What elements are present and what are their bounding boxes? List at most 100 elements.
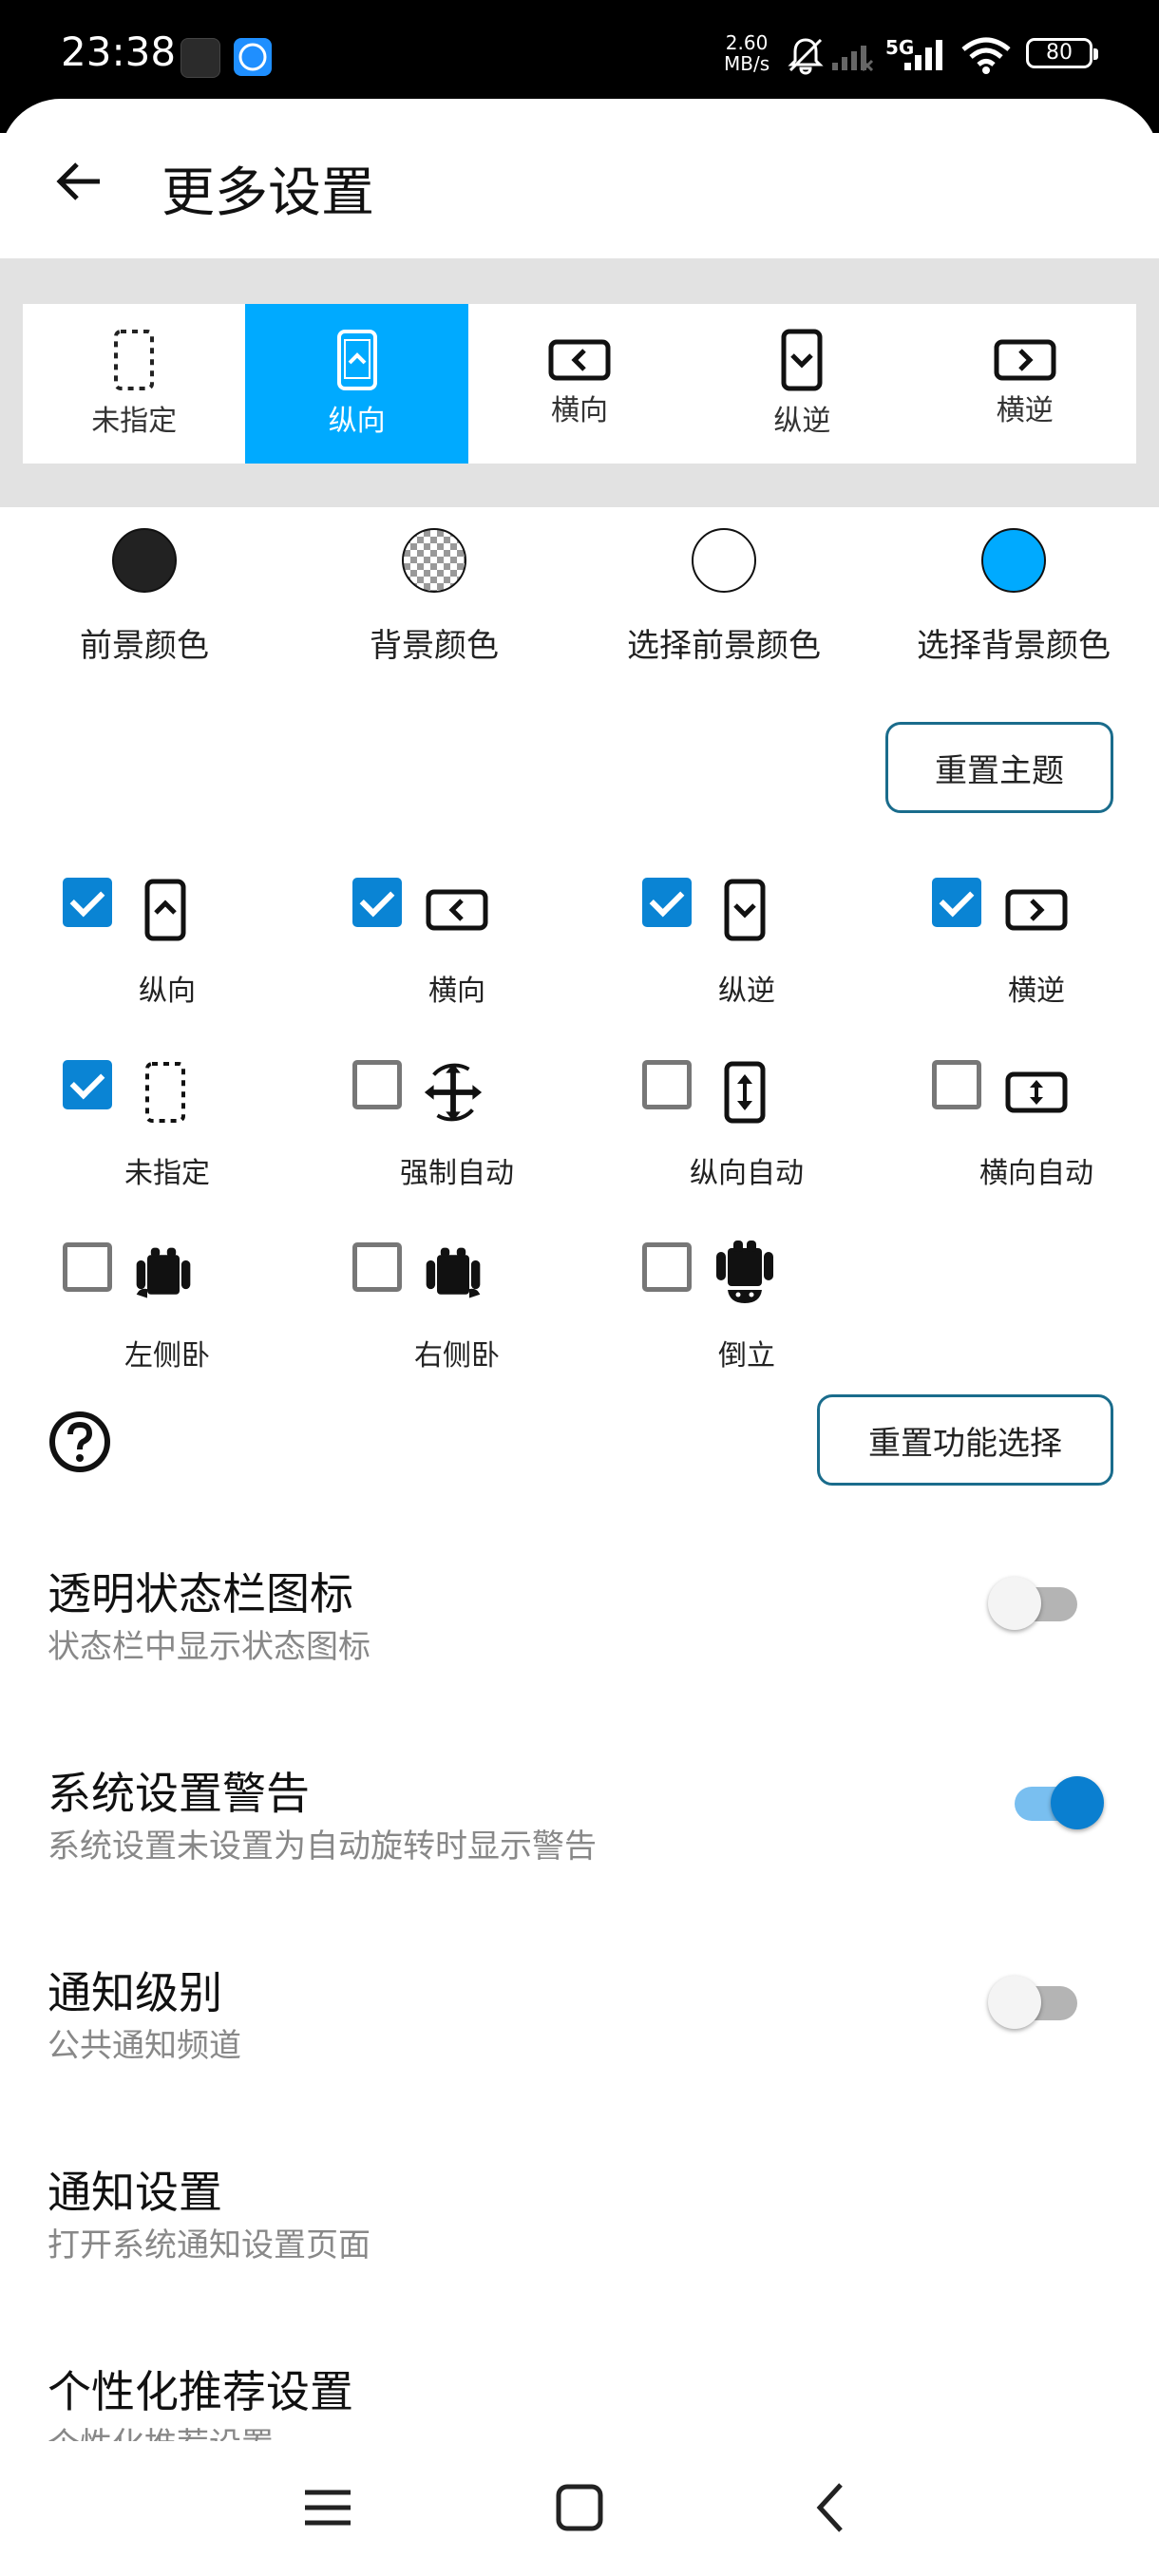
setting-title: 系统设置警告 bbox=[48, 1768, 310, 1819]
setting-personalized-content: 个性化推荐设置 个性化推荐设置 bbox=[0, 2358, 1159, 2441]
home-square-icon bbox=[556, 2484, 603, 2531]
feature-label: 纵向 bbox=[139, 975, 196, 1008]
swatch-label: 前景颜色 bbox=[80, 627, 209, 665]
feature-label: 左侧卧 bbox=[124, 1339, 210, 1373]
feature-label: 强制自动 bbox=[400, 1157, 514, 1190]
portrait-phone-icon bbox=[336, 330, 377, 390]
color-circle bbox=[112, 528, 177, 593]
arrow-left-icon bbox=[56, 162, 100, 200]
signal-icon bbox=[901, 34, 946, 80]
orientation-label: 横逆 bbox=[996, 394, 1054, 427]
menu-nav-button[interactable] bbox=[285, 2470, 370, 2546]
reverse-landscape-phone-icon bbox=[994, 339, 1056, 381]
color-circle bbox=[981, 528, 1046, 593]
reset-theme-button[interactable]: 重置主题 bbox=[885, 722, 1113, 813]
color-swatches: 前景颜色 背景颜色 选择前景颜色 选择背景颜色 bbox=[0, 528, 1159, 680]
feature-reverse-landscape[interactable]: 横逆 bbox=[869, 878, 1158, 1030]
orientation-option-portrait[interactable]: 纵向 bbox=[245, 304, 468, 464]
setting-subtitle: 公共通知频道 bbox=[48, 2027, 241, 2065]
android-upside-down-icon bbox=[712, 1241, 777, 1307]
feature-reverse-portrait[interactable]: 纵逆 bbox=[580, 878, 868, 1030]
back-nav-button[interactable] bbox=[788, 2470, 874, 2546]
orientation-preview-band: 未指定 纵向 横向 纵逆 横逆 bbox=[0, 258, 1159, 507]
setting-title: 个性化推荐设置 bbox=[48, 2366, 353, 2417]
feature-label: 右侧卧 bbox=[414, 1339, 500, 1373]
swatch-label: 选择前景颜色 bbox=[627, 627, 821, 665]
feature-checkbox[interactable] bbox=[352, 1060, 402, 1109]
feature-checkbox[interactable] bbox=[63, 878, 112, 927]
orientation-option-reverse-portrait[interactable]: 纵逆 bbox=[691, 304, 913, 464]
android-app-icon bbox=[180, 38, 220, 78]
help-icon[interactable] bbox=[48, 1410, 112, 1474]
orientation-option-unspecified[interactable]: 未指定 bbox=[23, 304, 245, 464]
feature-checkbox[interactable] bbox=[642, 1242, 692, 1292]
menu-icon bbox=[305, 2490, 351, 2526]
wifi-icon bbox=[960, 34, 1013, 80]
compass-app-icon bbox=[234, 38, 272, 76]
feature-checkbox[interactable] bbox=[642, 1060, 692, 1109]
speed-unit: MB/s bbox=[724, 52, 770, 75]
toggle-thumb bbox=[1051, 1776, 1104, 1829]
setting-subtitle: 状态栏中显示状态图标 bbox=[48, 1628, 370, 1666]
battery-icon: 80 bbox=[1026, 38, 1098, 68]
feature-unspecified[interactable]: 未指定 bbox=[0, 1060, 289, 1212]
reverse-portrait-phone-icon bbox=[781, 329, 823, 391]
feature-checkbox[interactable] bbox=[63, 1060, 112, 1109]
reverse-landscape-phone-icon bbox=[1004, 878, 1069, 942]
setting-personalized-recommendation[interactable]: 个性化推荐设置 个性化推荐设置 bbox=[0, 2346, 1159, 2441]
feature-checkbox[interactable] bbox=[63, 1242, 112, 1292]
feature-landscape-auto[interactable]: 横向自动 bbox=[869, 1060, 1158, 1212]
reverse-portrait-phone-icon bbox=[712, 878, 777, 942]
selected-background-color-swatch[interactable]: 选择背景颜色 bbox=[869, 528, 1158, 666]
portrait-phone-icon bbox=[133, 878, 198, 942]
notification-level-toggle[interactable] bbox=[988, 1972, 1087, 2029]
dotted-phone-icon bbox=[114, 330, 155, 390]
feature-force-auto[interactable]: 强制自动 bbox=[290, 1060, 579, 1212]
feature-landscape[interactable]: 横向 bbox=[290, 878, 579, 1030]
background-color-swatch[interactable]: 背景颜色 bbox=[290, 528, 579, 666]
feature-checkbox[interactable] bbox=[642, 878, 692, 927]
feature-checkbox[interactable] bbox=[932, 878, 981, 927]
transparent-checker-circle bbox=[402, 528, 466, 593]
selected-foreground-color-swatch[interactable]: 选择前景颜色 bbox=[580, 528, 868, 666]
swatch-label: 背景颜色 bbox=[370, 627, 499, 665]
setting-title: 通知级别 bbox=[48, 1967, 222, 2018]
android-right-icon bbox=[421, 1242, 485, 1307]
feature-checkbox[interactable] bbox=[352, 1242, 402, 1292]
feature-label: 纵向自动 bbox=[690, 1157, 804, 1190]
android-left-icon bbox=[131, 1242, 196, 1307]
setting-notification-level[interactable]: 通知级别 公共通知频道 bbox=[0, 1959, 1159, 2111]
feature-checkbox[interactable] bbox=[352, 878, 402, 927]
setting-notification-settings[interactable]: 通知设置 打开系统通知设置页面 bbox=[0, 2158, 1159, 2310]
feature-lie-left[interactable]: 左侧卧 bbox=[0, 1242, 289, 1394]
setting-subtitle: 个性化推荐设置 bbox=[48, 2418, 274, 2441]
reset-features-button[interactable]: 重置功能选择 bbox=[817, 1394, 1113, 1486]
home-nav-button[interactable] bbox=[537, 2470, 622, 2546]
feature-label: 横向 bbox=[428, 975, 485, 1008]
feature-checkbox[interactable] bbox=[932, 1060, 981, 1109]
color-circle bbox=[692, 528, 756, 593]
setting-subtitle: 系统设置未设置为自动旋转时显示警告 bbox=[48, 1828, 597, 1866]
network-speed: 2.60 MB/s bbox=[724, 32, 770, 74]
setting-transparent-statusbar-icons[interactable]: 透明状态栏图标 状态栏中显示状态图标 bbox=[0, 1560, 1159, 1712]
feature-label: 横向自动 bbox=[979, 1157, 1093, 1190]
orientation-option-landscape[interactable]: 横向 bbox=[468, 304, 691, 464]
orientation-label: 纵逆 bbox=[773, 405, 831, 438]
system-warning-toggle[interactable] bbox=[1005, 1772, 1104, 1829]
foreground-color-swatch[interactable]: 前景颜色 bbox=[0, 528, 289, 666]
feature-label: 倒立 bbox=[718, 1339, 775, 1373]
signal-off-icon bbox=[830, 34, 874, 80]
orientation-option-reverse-landscape[interactable]: 横逆 bbox=[914, 304, 1136, 464]
feature-portrait-auto[interactable]: 纵向自动 bbox=[580, 1060, 868, 1212]
swatch-label: 选择背景颜色 bbox=[917, 627, 1111, 665]
back-button[interactable] bbox=[46, 148, 112, 215]
setting-subtitle: 打开系统通知设置页面 bbox=[48, 2226, 370, 2264]
feature-portrait[interactable]: 纵向 bbox=[0, 878, 289, 1030]
feature-lie-right[interactable]: 右侧卧 bbox=[290, 1242, 579, 1394]
toggle-thumb bbox=[988, 1577, 1041, 1630]
portrait-auto-icon bbox=[712, 1060, 777, 1125]
setting-system-settings-warning[interactable]: 系统设置警告 系统设置未设置为自动旋转时显示警告 bbox=[0, 1759, 1159, 1911]
landscape-auto-icon bbox=[1004, 1060, 1069, 1125]
transparent-statusbar-toggle[interactable] bbox=[988, 1573, 1087, 1630]
feature-upside-down[interactable]: 倒立 bbox=[580, 1241, 868, 1394]
